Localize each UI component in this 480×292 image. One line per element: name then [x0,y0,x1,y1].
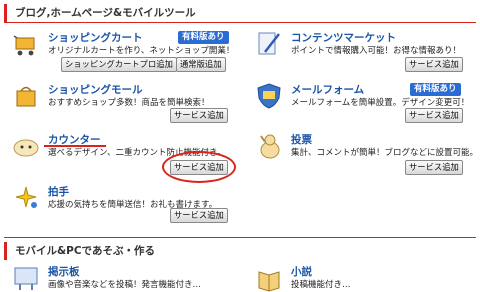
service-bbs: 掲示板 画像や音楽などを投稿！発言機能付き… [12,264,242,290]
shop-bag-icon [16,86,36,107]
novel-book-icon [258,271,280,292]
add-service-button[interactable]: サービス追加 [405,108,463,123]
highlight-underline [44,145,106,147]
highlight-circle [162,151,236,183]
vote-character-icon [260,134,280,159]
section-divider [4,237,476,238]
add-service-button[interactable]: サービス追加 [405,160,463,175]
paid-badge: 有料版あり [410,83,461,96]
service-title-link[interactable]: 小説 [291,264,312,279]
service-desc: メールフォームを簡単設置。デザイン変更可！ [291,98,470,108]
section-title: モバイル&PCであそぶ・作る [15,245,155,257]
service-title-link[interactable]: 掲示板 [48,264,80,279]
service-desc: 集計、コメントが簡単！ブログなどに設置可能。 [291,148,479,158]
service-title-link[interactable]: メールフォーム [291,82,364,97]
section-title: ブログ,ホームページ&モバイルツール [15,7,196,19]
add-service-button[interactable]: サービス追加 [170,208,228,223]
add-service-button[interactable]: サービス追加 [170,108,228,123]
counter-character-icon [13,139,39,157]
shield-mail-icon [257,83,281,109]
add-shopping-cart-pro-button[interactable]: ショッピングカートプロ追加 [61,57,177,72]
service-desc: オリジナルカートを作り、ネットショップ開業！ [48,46,235,56]
service-desc: おすすめショップ多数！商品を簡単検索！ [48,98,210,108]
service-novel: 小説 投稿機能付き… [255,264,475,292]
service-desc: 投稿機能付き… [291,280,351,290]
service-desc: 画像や音楽などを投稿！発言機能付き… [48,280,202,290]
clap-sparkle-icon [15,186,37,208]
add-service-button[interactable]: サービス追加 [405,57,463,72]
service-title-link[interactable]: コンテンツマーケット [291,30,396,45]
section-divider [4,22,476,23]
add-standard-button[interactable]: 通常版追加 [176,57,226,72]
service-title-link[interactable]: 拍手 [48,184,69,199]
section-header-mobile: モバイル&PCであそぶ・作る [4,242,155,260]
shopping-cart-icon [13,35,35,56]
section-header-blog: ブログ,ホームページ&モバイルツール [4,4,196,22]
service-title-link[interactable]: ショッピングカート [48,30,143,45]
service-title-link[interactable]: ショッピングモール [48,82,143,97]
pen-paper-icon [258,32,280,55]
bbs-board-icon [14,267,38,290]
service-title-link[interactable]: 投票 [291,132,312,147]
paid-badge: 有料版あり [178,31,229,44]
service-desc: ポイントで情報購入可能！お得な情報あり！ [291,46,462,56]
